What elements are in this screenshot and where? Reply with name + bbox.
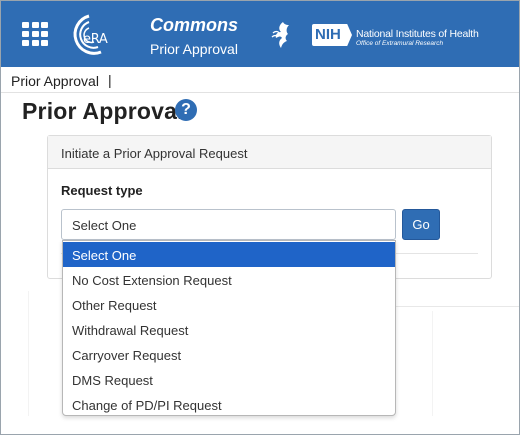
breadcrumb-bar: Prior Approval | bbox=[1, 67, 519, 93]
option-no-cost-extension[interactable]: No Cost Extension Request bbox=[63, 267, 395, 292]
panel-heading: Initiate a Prior Approval Request bbox=[48, 136, 491, 169]
request-type-select[interactable]: Select One bbox=[61, 209, 396, 240]
breadcrumb-prior-approval[interactable]: Prior Approval bbox=[11, 73, 99, 89]
top-header-bar: eRA Commons Prior Approval NIH National … bbox=[1, 1, 519, 67]
page-title: Prior Approval bbox=[22, 98, 184, 124]
apps-grid-icon[interactable] bbox=[22, 22, 48, 46]
option-carryover-request[interactable]: Carryover Request bbox=[63, 342, 395, 367]
nih-logo-text: NIH bbox=[315, 26, 341, 43]
go-button[interactable]: Go bbox=[402, 209, 440, 240]
request-type-dropdown: Select One No Cost Extension Request Oth… bbox=[62, 240, 396, 416]
option-select-one[interactable]: Select One bbox=[63, 242, 395, 267]
app-subtitle: Prior Approval bbox=[150, 41, 238, 57]
content-divider bbox=[395, 306, 519, 307]
option-other-request[interactable]: Other Request bbox=[63, 292, 395, 317]
help-icon[interactable]: ? bbox=[175, 99, 197, 121]
option-change-of-pd-pi[interactable]: Change of PD/PI Request bbox=[63, 392, 395, 417]
app-title: Commons bbox=[150, 15, 239, 35]
nih-name: National Institutes of Health bbox=[356, 28, 479, 40]
background-line bbox=[28, 291, 29, 416]
hhs-eagle-icon bbox=[271, 22, 289, 48]
era-logo-text: eRA bbox=[83, 32, 108, 47]
nih-office-name: Office of Extramural Research bbox=[356, 40, 444, 47]
panel-heading-text: Initiate a Prior Approval Request bbox=[61, 146, 248, 161]
breadcrumb-separator: | bbox=[108, 72, 112, 88]
background-line bbox=[432, 311, 433, 416]
option-dms-request[interactable]: DMS Request bbox=[63, 367, 395, 392]
app-window: eRA Commons Prior Approval NIH National … bbox=[0, 0, 520, 435]
option-withdrawal-request[interactable]: Withdrawal Request bbox=[63, 317, 395, 342]
request-type-label: Request type bbox=[61, 183, 143, 198]
